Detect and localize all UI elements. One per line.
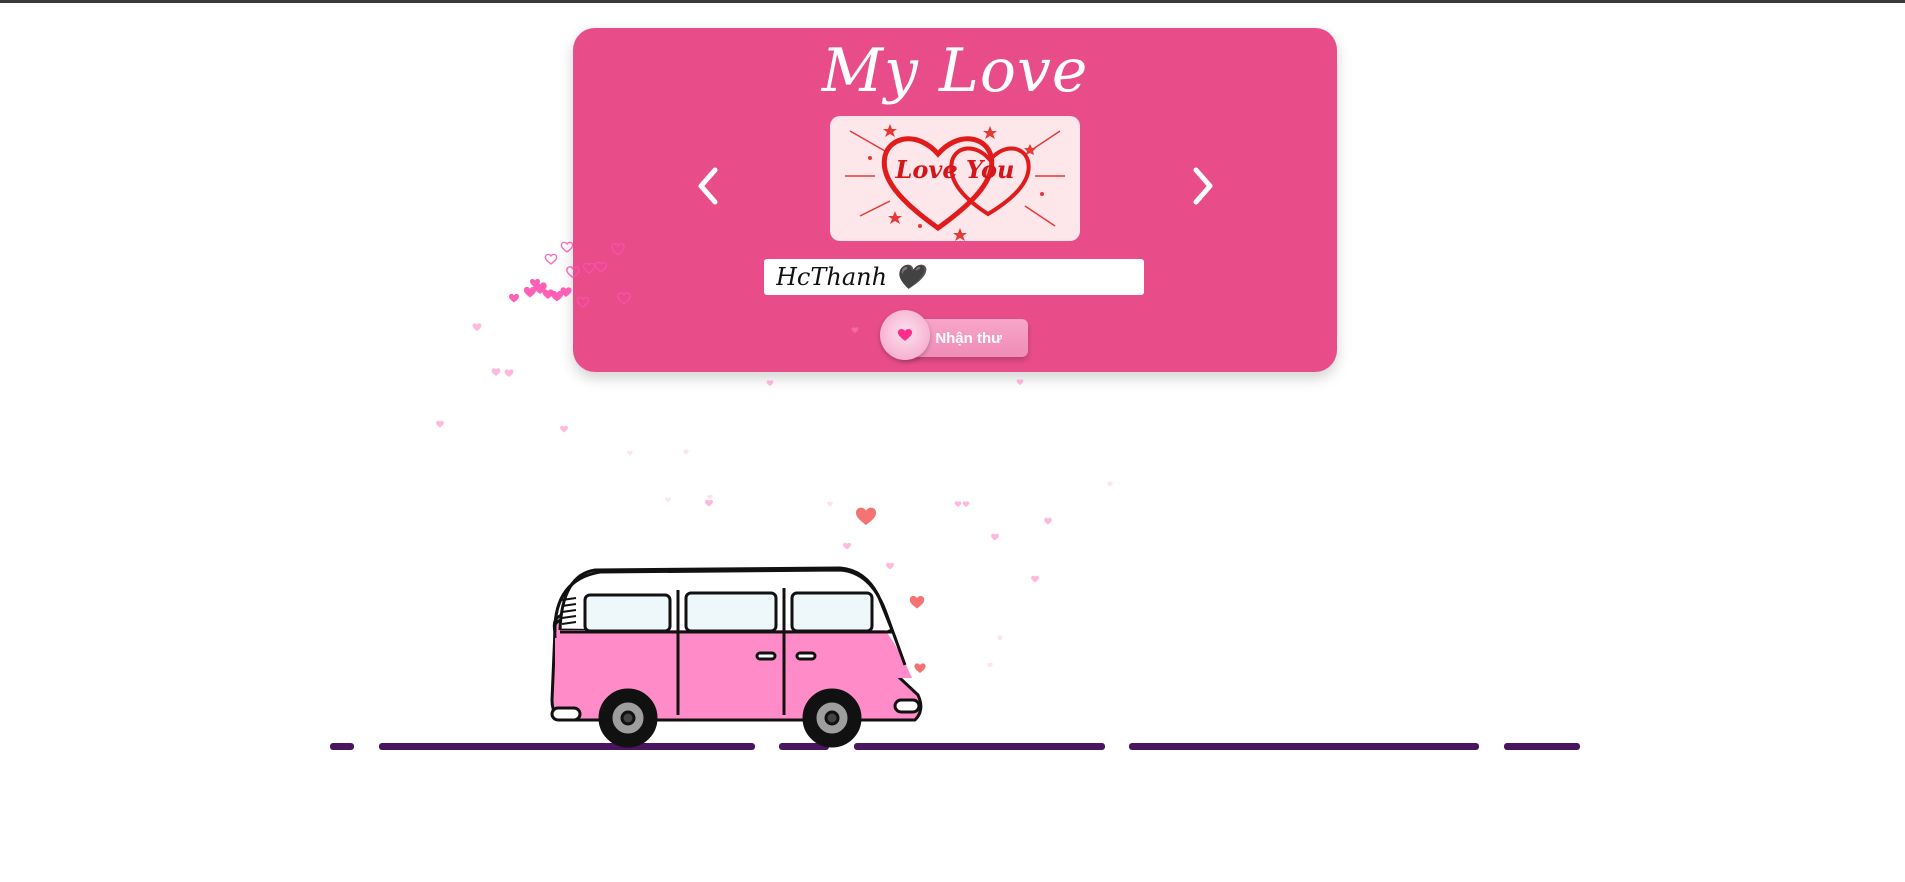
chevron-right-icon bbox=[1193, 167, 1213, 205]
receive-letter-button[interactable]: Nhận thư bbox=[880, 310, 1035, 362]
browser-top-edge bbox=[0, 0, 1905, 3]
love-you-hearts-illustration: Love You bbox=[845, 124, 1065, 241]
road-dash bbox=[1129, 743, 1479, 750]
page-title: My Love bbox=[821, 36, 1089, 106]
road-dash bbox=[1504, 743, 1580, 750]
svg-text:Love You: Love You bbox=[895, 155, 1015, 184]
love-card: My Love Love You HcThanh 🖤 Nhận thư bbox=[573, 28, 1337, 372]
love-image: Love You bbox=[830, 116, 1080, 241]
previous-button[interactable] bbox=[683, 156, 733, 216]
chevron-left-icon bbox=[698, 167, 718, 205]
road-dash bbox=[330, 743, 354, 750]
van-illustration bbox=[550, 566, 923, 748]
heart-icon bbox=[880, 310, 930, 360]
message-input[interactable] bbox=[764, 259, 1144, 295]
next-button[interactable] bbox=[1178, 156, 1228, 216]
